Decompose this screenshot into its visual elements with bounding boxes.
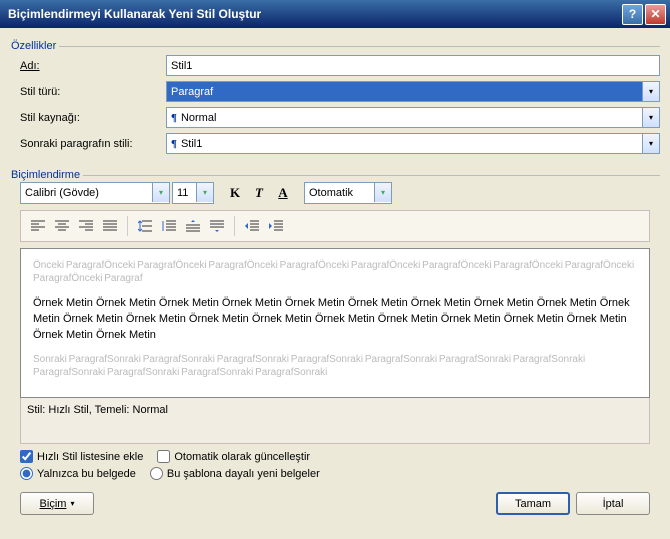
space-before-button[interactable] xyxy=(182,215,204,237)
cancel-button[interactable]: İptal xyxy=(576,492,650,515)
paragraph-toolbar xyxy=(20,210,650,242)
title-text: Biçimlendirmeyi Kullanarak Yeni Stil Olu… xyxy=(4,7,620,21)
preview-before: Önceki ParagrafÖnceki ParagrafÖnceki Par… xyxy=(33,259,637,285)
preview-after: Sonraki ParagrafSonraki ParagrafSonraki … xyxy=(33,353,637,379)
pilcrow-icon: ¶ xyxy=(171,138,177,150)
line-spacing-2-button[interactable] xyxy=(158,215,180,237)
chevron-down-icon: ▾ xyxy=(642,134,659,153)
pilcrow-icon: ¶ xyxy=(171,112,177,124)
preview-area: Önceki ParagrafÖnceki ParagrafÖnceki Par… xyxy=(20,248,650,398)
underline-button[interactable]: A xyxy=(272,182,294,204)
space-after-button[interactable] xyxy=(206,215,228,237)
properties-group-label: Özellikler xyxy=(8,40,59,52)
decrease-indent-button[interactable] xyxy=(241,215,263,237)
close-button[interactable]: ✕ xyxy=(645,4,666,25)
bold-button[interactable]: K xyxy=(224,182,246,204)
font-combo[interactable]: Calibri (Gövde)▾ xyxy=(20,182,170,204)
chevron-down-icon: ▾ xyxy=(374,183,391,202)
line-spacing-1-button[interactable] xyxy=(134,215,156,237)
name-label: Adı: xyxy=(20,60,166,72)
font-size-combo[interactable]: 11▾ xyxy=(172,182,214,204)
title-bar: Biçimlendirmeyi Kullanarak Yeni Stil Olu… xyxy=(0,0,670,28)
source-label: Stil kaynağı: xyxy=(20,112,166,124)
next-label: Sonraki paragrafın stili: xyxy=(20,138,166,150)
type-label: Stil türü: xyxy=(20,86,166,98)
type-combo[interactable]: Paragraf▾ xyxy=(166,81,660,102)
next-combo[interactable]: ¶Stil1▾ xyxy=(166,133,660,154)
italic-button[interactable]: T xyxy=(248,182,270,204)
ok-button[interactable]: Tamam xyxy=(496,492,570,515)
increase-indent-button[interactable] xyxy=(265,215,287,237)
doc-only-radio[interactable]: Yalnızca bu belgede xyxy=(20,467,136,480)
align-left-button[interactable] xyxy=(27,215,49,237)
style-summary: Stil: Hızlı Stil, Temeli: Normal xyxy=(20,398,650,444)
auto-update-checkbox[interactable]: Otomatik olarak güncelleştir xyxy=(157,450,310,463)
align-center-button[interactable] xyxy=(51,215,73,237)
chevron-down-icon: ▾ xyxy=(642,82,659,101)
format-button[interactable]: Biçim▾ xyxy=(20,492,94,515)
source-combo[interactable]: ¶Normal▾ xyxy=(166,107,660,128)
preview-main: Örnek Metin Örnek Metin Örnek Metin Örne… xyxy=(33,295,637,343)
chevron-down-icon: ▾ xyxy=(196,183,213,202)
chevron-down-icon: ▾ xyxy=(642,108,659,127)
font-color-combo[interactable]: Otomatik▾ xyxy=(304,182,392,204)
align-justify-button[interactable] xyxy=(99,215,121,237)
help-button[interactable]: ? xyxy=(622,4,643,25)
chevron-down-icon: ▾ xyxy=(152,183,169,202)
align-right-button[interactable] xyxy=(75,215,97,237)
template-radio[interactable]: Bu şablona dayalı yeni belgeler xyxy=(150,467,320,480)
formatting-group-label: Biçimlendirme xyxy=(8,169,83,181)
quick-style-checkbox[interactable]: Hızlı Stil listesine ekle xyxy=(20,450,143,463)
name-input[interactable] xyxy=(166,55,660,76)
